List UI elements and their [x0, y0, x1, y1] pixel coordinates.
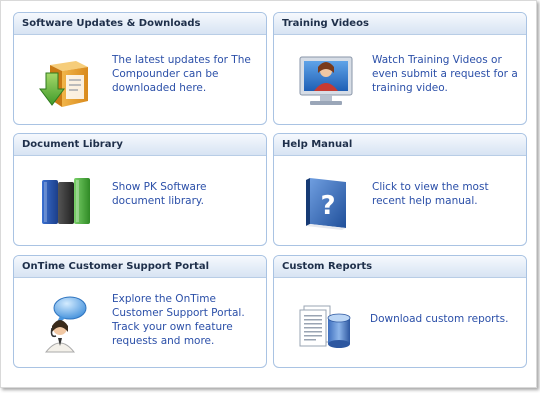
panel-title: OnTime Customer Support Portal	[14, 256, 266, 278]
books-icon	[42, 178, 90, 224]
panel-title: Document Library	[14, 134, 266, 156]
panel-description: Show PK Software document library.	[112, 181, 207, 207]
help-book-icon: ?	[306, 178, 346, 230]
panel-title: Custom Reports	[274, 256, 526, 278]
customer-support-portal-panel[interactable]: OnTime Customer Support Portal Explore t…	[13, 255, 267, 368]
custom-reports-panel[interactable]: Custom Reports Download custom reports.	[273, 255, 527, 368]
software-updates-panel[interactable]: Software Updates & Downloads The latest …	[13, 12, 267, 125]
panel-description: The latest updates for The Compounder ca…	[112, 54, 251, 94]
panel-description: Click to view the most recent help manua…	[372, 181, 489, 207]
svg-text:?: ?	[320, 191, 335, 221]
panel-title: Software Updates & Downloads	[14, 13, 266, 35]
panel-title: Help Manual	[274, 134, 526, 156]
report-database-icon	[299, 305, 351, 348]
training-video-monitor-icon	[299, 56, 353, 105]
document-library-panel[interactable]: Document Library Show PK Software docume…	[13, 133, 267, 246]
panel-title: Training Videos	[274, 13, 526, 35]
download-box-icon	[39, 61, 88, 107]
main-frame: Software Updates & Downloads The latest …	[0, 0, 537, 388]
training-videos-panel[interactable]: Training Videos Watch Training Videos or…	[273, 12, 527, 125]
support-person-chat-icon	[44, 296, 87, 353]
panel-description: Explore the OnTime Customer Support Port…	[112, 293, 245, 347]
help-manual-panel[interactable]: Help Manual ? Click to view the most rec…	[273, 133, 527, 246]
panel-description: Watch Training Videos or even submit a r…	[372, 54, 518, 94]
panel-description: Download custom reports.	[370, 313, 509, 325]
